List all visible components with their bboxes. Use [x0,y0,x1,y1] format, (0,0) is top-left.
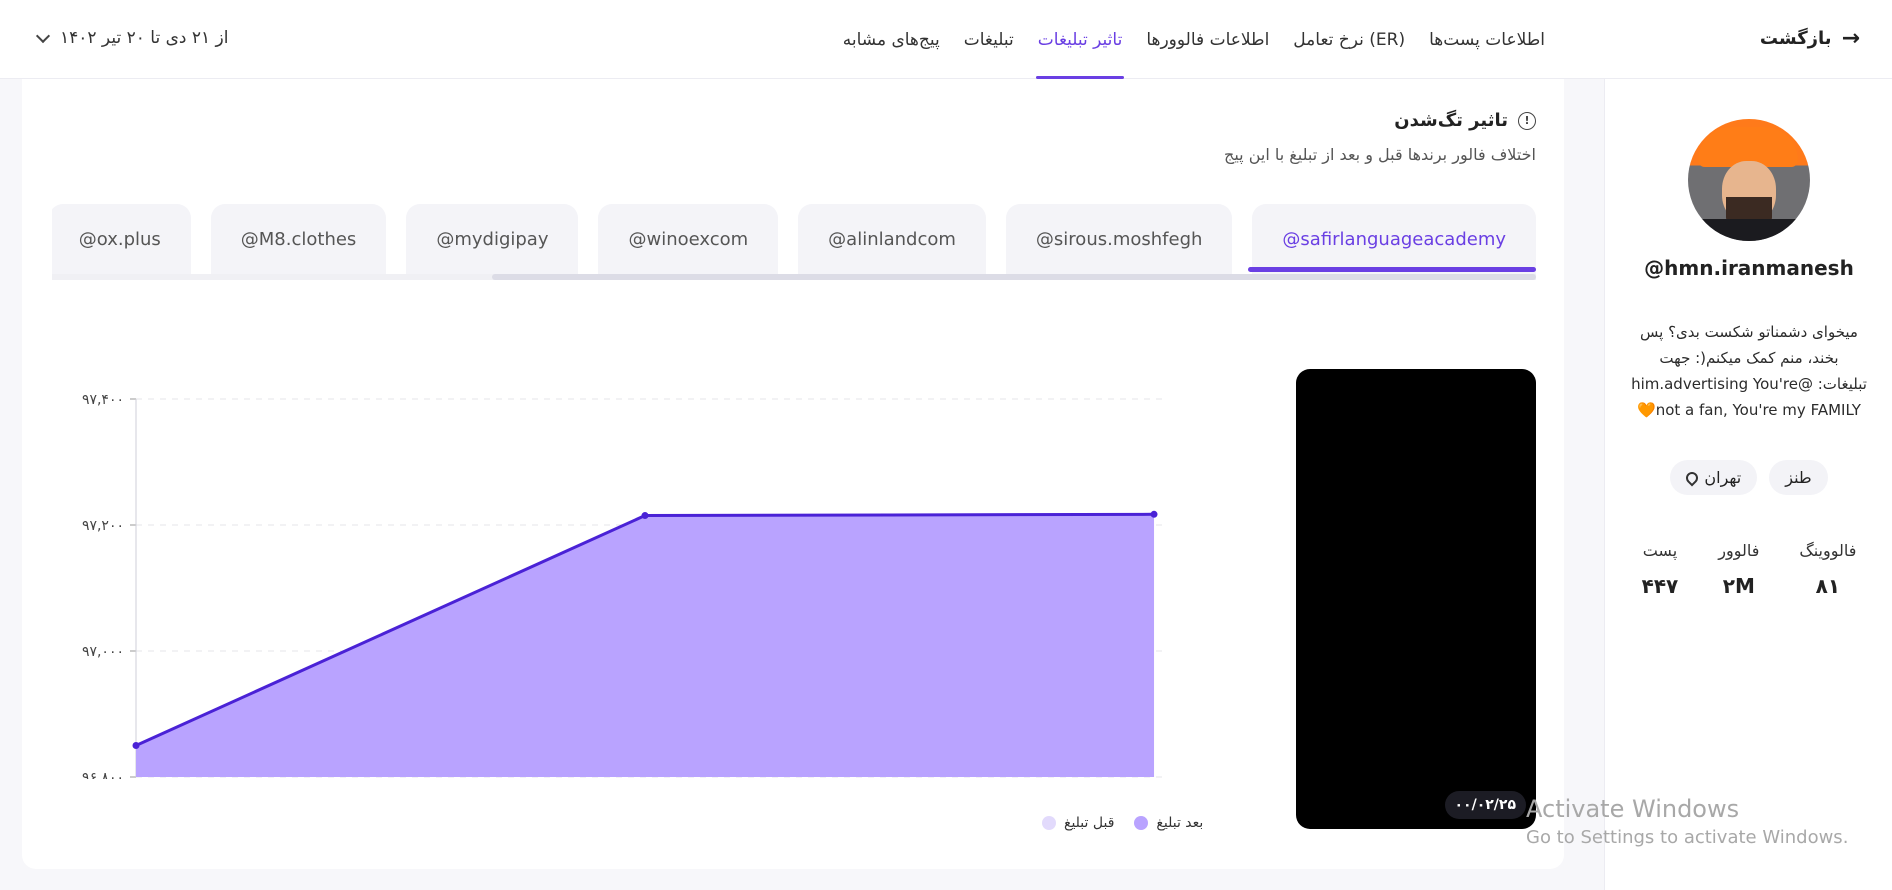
windows-watermark: Activate Windows Go to Settings to activ… [1526,795,1848,848]
bio-line: not a fan, You're my FAMILY🧡 [1637,401,1861,419]
y-tick-label: ۹۷,۴۰۰ [82,392,124,408]
tab-engagement-rate[interactable]: نرخ تعامل (ER) [1291,0,1407,79]
y-tick-label: ۹۷,۰۰۰ [82,644,124,660]
legend-dot [1042,816,1056,830]
card-title: تاثیر تگ‌شدن [1394,110,1508,131]
legend-label: قبل تبلیغ [1064,815,1115,831]
watermark-subtitle: Go to Settings to activate Windows. [1526,827,1849,848]
location-chip[interactable]: تهران [1670,460,1758,495]
bio-line: بخند، منم کمک میکنم(: جهت [1659,349,1839,367]
active-tab-indicator [1248,267,1536,272]
y-tick-label: ۹۷,۲۰۰ [82,518,124,534]
stat-posts: پست ۴۴۷ [1642,541,1679,598]
stat-label: فالوور [1718,541,1760,560]
stat-label: پست [1642,541,1678,560]
tab-ad-impact[interactable]: تاثیر تبلیغات [1035,0,1125,79]
account-tab[interactable]: @winoexcom [598,204,779,274]
card-title-row: تاثیر تگ‌شدن ! [1394,110,1536,131]
account-tabs: @safirlanguageacademy @sirous.moshfegh @… [52,204,1536,274]
chevron-down-icon [35,28,51,43]
avatar-shirt [1688,219,1810,241]
stat-value: ۸۱ [1815,574,1841,598]
series-area [136,514,1155,777]
legend-label: بعد تبلیغ [1156,815,1204,831]
location-pin-icon [1683,469,1701,486]
account-tab[interactable]: @ox.plus [52,204,191,274]
main-content: تاثیر تگ‌شدن ! اختلاف فالور برندها قبل و… [0,79,1604,890]
nav-tabs: اطلاعات پست‌ها نرخ تعامل (ER) اطلاعات فا… [841,0,1547,79]
profile-bio: میخوای دشمناتو شکست بدی؟ پس بخند، منم کم… [1629,319,1869,423]
data-point [1150,510,1158,518]
tab-followers-info[interactable]: اطلاعات فالوورها [1144,0,1271,79]
date-range-label: از ۲۱ دی تا ۲۰ تیر ۱۴۰۲ [60,28,229,48]
follower-area-chart: ۹۷,۴۰۰۹۷,۲۰۰۹۷,۰۰۰۹۶,۸۰۰۰۰/۰۲/۲۵۰۰/۰۲/۲۶… [82,392,1162,779]
account-tab[interactable]: @mydigipay [406,204,579,274]
stat-following: فالووینگ ۸۱ [1799,541,1856,598]
account-tab[interactable]: @alinlandcom [798,204,986,274]
legend-item-after[interactable]: بعد تبلیغ [1134,815,1203,831]
account-tab[interactable]: @M8.clothes [210,204,387,274]
avatar [1688,119,1810,241]
tag-impact-card: تاثیر تگ‌شدن ! اختلاف فالور برندها قبل و… [22,79,1564,869]
tab-posts-info[interactable]: اطلاعات پست‌ها [1427,0,1547,79]
scrollbar-thumb[interactable] [492,274,1536,280]
card-subtitle: اختلاف فالور برندها قبل و بعد از تبلیغ ب… [1224,145,1536,164]
account-tabs-row: @safirlanguageacademy @sirous.moshfegh @… [52,204,1536,274]
bio-line: میخوای دشمناتو شکست بدی؟ پس [1640,323,1858,341]
profile-chips: طنز تهران [1605,460,1892,495]
chart-legend: بعد تبلیغ قبل تبلیغ [1042,815,1203,831]
watermark-title: Activate Windows [1526,795,1740,823]
account-tab[interactable]: @safirlanguageacademy [1252,204,1536,274]
info-icon[interactable]: ! [1518,111,1536,130]
date-range-dropdown[interactable]: از ۲۱ دی تا ۲۰ تیر ۱۴۰۲ [35,22,229,54]
data-point [132,742,140,749]
tab-similar-pages[interactable]: پیج‌های مشابه [841,0,942,79]
data-point [641,512,649,520]
bio-line: تبلیغات: @him.advertising You're [1631,375,1867,393]
account-tab[interactable]: @sirous.moshfegh [1005,204,1233,274]
chip-label: طنز [1785,468,1812,487]
profile-stats: فالووینگ ۸۱ فالوور ۲M پست ۴۴۷ [1605,541,1892,598]
y-tick-label: ۹۶,۸۰۰ [82,770,124,779]
arrow-right-icon: → [1841,25,1860,51]
post-preview[interactable]: ۰۰/۰۲/۲۵ [1296,369,1536,829]
stat-label: فالووینگ [1799,541,1857,560]
profile-handle: @hmn.iranmanesh [1644,256,1854,280]
stat-value: ۲M [1722,574,1755,598]
tabs-scrollbar[interactable] [52,274,1536,280]
chip-label: تهران [1704,468,1742,487]
stat-followers: فالوور ۲M [1718,541,1759,598]
tab-ads[interactable]: تبلیغات [962,0,1016,79]
profile-sidebar: @hmn.iranmanesh میخوای دشمناتو شکست بدی؟… [1604,79,1892,890]
legend-item-before[interactable]: قبل تبلیغ [1042,815,1114,831]
top-bar: بازگشت → اطلاعات پست‌ها نرخ تعامل (ER) ا… [0,0,1892,79]
back-button[interactable]: بازگشت → [1760,22,1860,54]
stat-value: ۴۴۷ [1641,574,1679,598]
back-label: بازگشت [1759,27,1832,49]
legend-dot [1134,816,1149,830]
category-chip[interactable]: طنز [1769,460,1828,495]
post-date-badge: ۰۰/۰۲/۲۵ [1444,791,1526,819]
